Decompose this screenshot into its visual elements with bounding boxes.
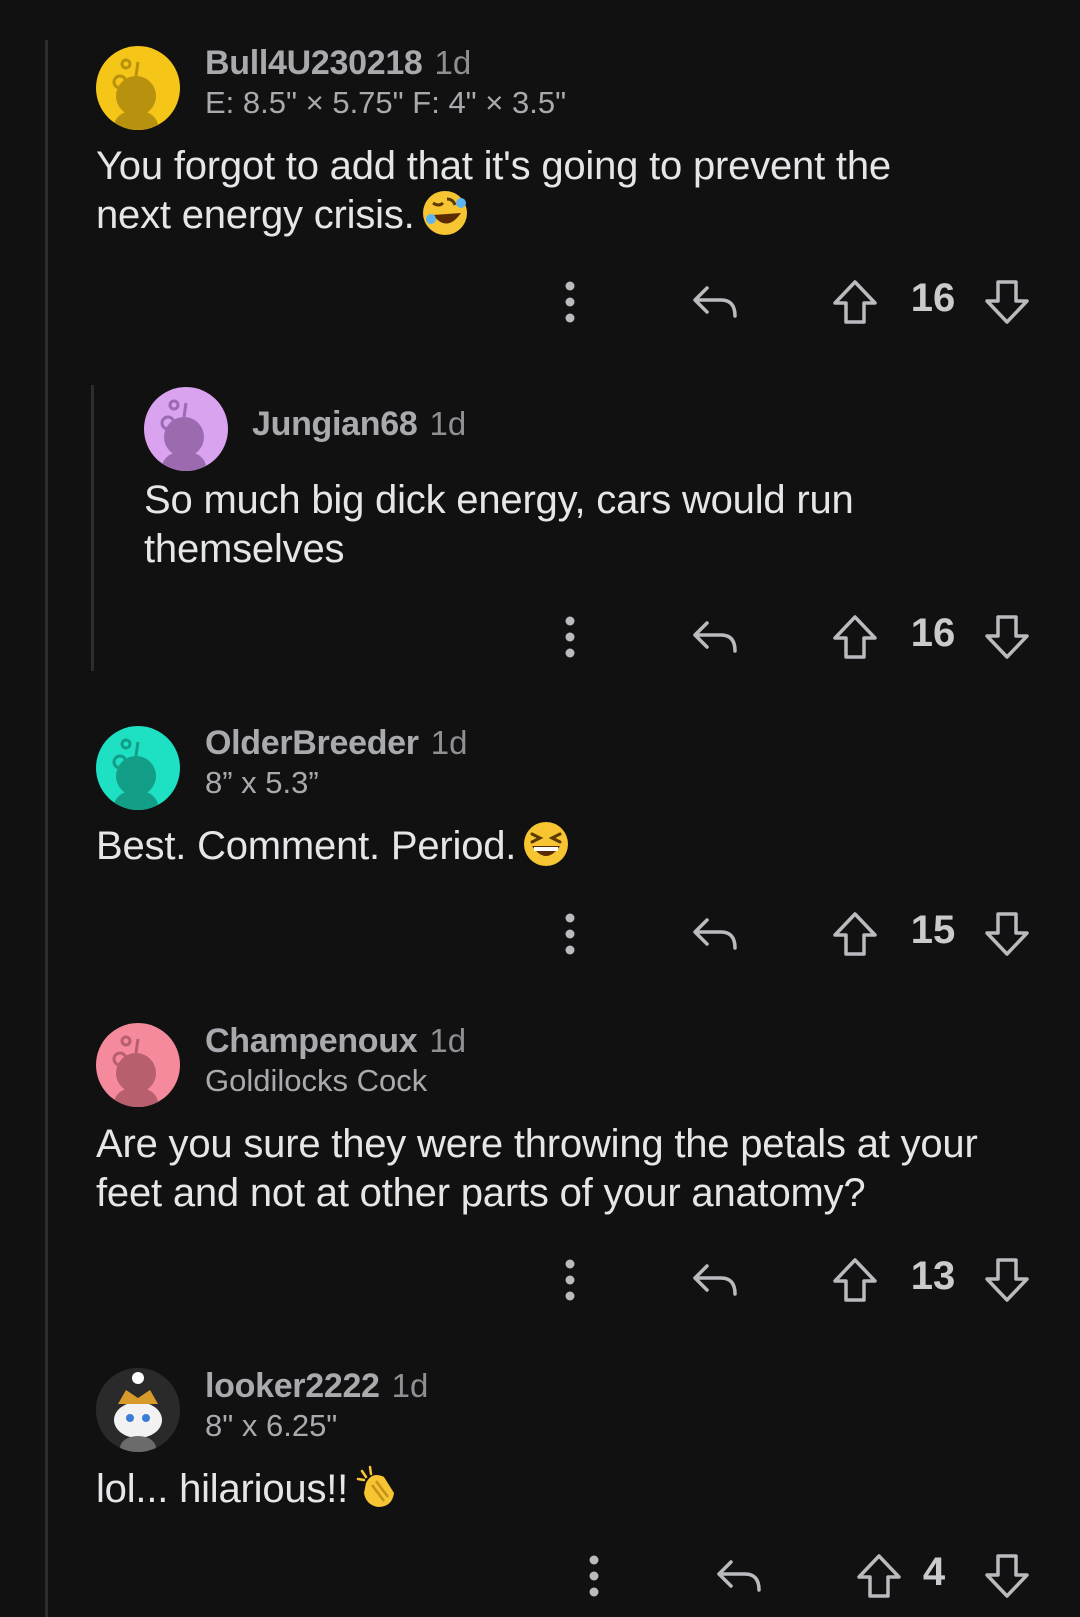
user-flair: Goldilocks Cock: [205, 1063, 428, 1098]
comment-time: 1d: [430, 724, 468, 761]
vote-score: 4: [922, 1550, 946, 1594]
comment-author[interactable]: Champenoux: [205, 1022, 418, 1060]
more-options-button[interactable]: [540, 1250, 600, 1310]
reply-button[interactable]: [685, 1250, 745, 1310]
reply-icon: [693, 286, 737, 318]
upvote-button[interactable]: [825, 1250, 885, 1310]
reply-button[interactable]: [685, 607, 745, 667]
downvote-arrow-icon: [985, 615, 1029, 659]
comment-actions: 4: [564, 1546, 1044, 1606]
vote-score: 13: [910, 1254, 956, 1298]
comment-text: lol... hilarious!!: [96, 1467, 349, 1511]
comment-actions: 13: [540, 1250, 1040, 1310]
rolling-on-floor-laughing-emoji: [421, 189, 469, 237]
downvote-button[interactable]: [977, 272, 1037, 332]
comment-body: Are you sure they were throwing the peta…: [96, 1120, 1031, 1218]
comment-body: lol... hilarious!!: [96, 1465, 976, 1515]
nested-thread-line[interactable]: [91, 385, 94, 671]
user-flair: 8” x 5.3”: [205, 765, 319, 800]
comment-time: 1d: [391, 1367, 429, 1404]
reply-icon: [717, 1560, 761, 1592]
comment-body: So much big dick energy, cars would run …: [144, 476, 1004, 574]
more-vertical-icon: [589, 1555, 599, 1597]
comment-body: Best. Comment. Period.: [96, 822, 976, 872]
upvote-arrow-icon: [857, 1554, 901, 1598]
reply-button[interactable]: [685, 272, 745, 332]
more-vertical-icon: [565, 616, 575, 658]
reply-icon: [693, 621, 737, 653]
upvote-arrow-icon: [833, 615, 877, 659]
upvote-button[interactable]: [825, 272, 885, 332]
more-vertical-icon: [565, 1259, 575, 1301]
more-vertical-icon: [565, 913, 575, 955]
comment-text: You forgot to add that it's going to pre…: [96, 144, 891, 237]
comment-author[interactable]: Bull4U230218: [205, 44, 423, 82]
comment-actions: 16: [540, 272, 1040, 332]
comment-time: 1d: [429, 405, 467, 442]
comment-time: 1d: [429, 1022, 467, 1059]
vote-score: 16: [910, 276, 956, 320]
comment-text: So much big dick energy, cars would run …: [144, 478, 854, 571]
comment-author[interactable]: Jungian68: [252, 405, 418, 443]
downvote-arrow-icon: [985, 912, 1029, 956]
vote-score: 16: [910, 611, 956, 655]
comment-text: Are you sure they were throwing the peta…: [96, 1122, 978, 1215]
custom-snoo-avatar-icon: [96, 1368, 180, 1452]
downvote-arrow-icon: [985, 1554, 1029, 1598]
upvote-arrow-icon: [833, 280, 877, 324]
reply-icon: [693, 1264, 737, 1296]
more-options-button[interactable]: [540, 607, 600, 667]
more-options-button[interactable]: [564, 1546, 624, 1606]
downvote-button[interactable]: [977, 1250, 1037, 1310]
downvote-button[interactable]: [977, 904, 1037, 964]
reply-icon: [693, 918, 737, 950]
downvote-arrow-icon: [985, 280, 1029, 324]
thread-line[interactable]: [45, 40, 48, 1617]
snoo-avatar-icon: [96, 1023, 180, 1107]
comment-text: Best. Comment. Period.: [96, 824, 517, 868]
avatar[interactable]: [96, 1368, 180, 1452]
snoo-avatar-icon: [144, 387, 228, 471]
user-flair: 8" x 6.25": [205, 1408, 338, 1443]
snoo-avatar-icon: [96, 46, 180, 130]
avatar[interactable]: [144, 387, 228, 471]
more-options-button[interactable]: [540, 904, 600, 964]
more-options-button[interactable]: [540, 272, 600, 332]
upvote-button[interactable]: [825, 607, 885, 667]
comment-time: 1d: [434, 44, 472, 81]
user-flair: E: 8.5" × 5.75" F: 4" × 3.5": [205, 85, 567, 120]
vote-score: 15: [910, 908, 956, 952]
comment-actions: 16: [540, 607, 1040, 667]
downvote-button[interactable]: [977, 607, 1037, 667]
upvote-button[interactable]: [849, 1546, 909, 1606]
reply-button[interactable]: [709, 1546, 769, 1606]
snoo-avatar-icon: [96, 726, 180, 810]
avatar[interactable]: [96, 726, 180, 810]
more-vertical-icon: [565, 281, 575, 323]
avatar[interactable]: [96, 46, 180, 130]
avatar[interactable]: [96, 1023, 180, 1107]
grinning-squinting-face-emoji: [522, 820, 570, 868]
upvote-arrow-icon: [833, 1258, 877, 1302]
comment-author[interactable]: looker2222: [205, 1367, 380, 1405]
comment-actions: 15: [540, 904, 1040, 964]
upvote-button[interactable]: [825, 904, 885, 964]
clapping-hands-emoji: [354, 1463, 402, 1511]
reply-button[interactable]: [685, 904, 745, 964]
upvote-arrow-icon: [833, 912, 877, 956]
comment-body: You forgot to add that it's going to pre…: [96, 142, 976, 241]
downvote-arrow-icon: [985, 1258, 1029, 1302]
downvote-button[interactable]: [977, 1546, 1037, 1606]
comment-author[interactable]: OlderBreeder: [205, 724, 419, 762]
